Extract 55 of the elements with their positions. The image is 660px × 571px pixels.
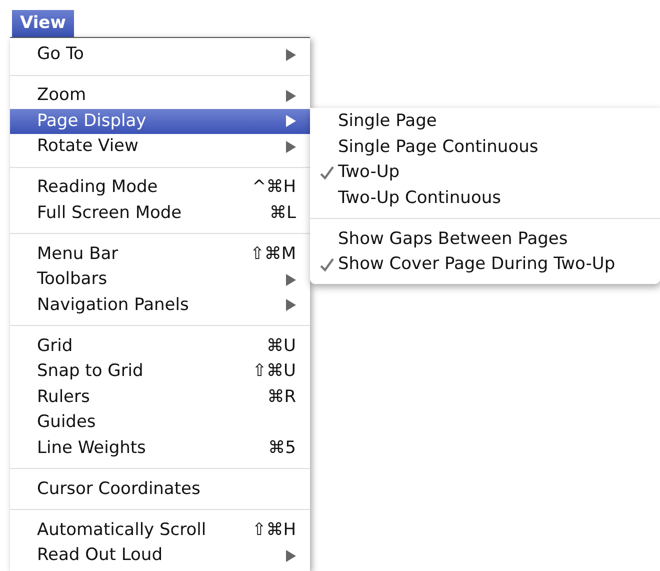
menu-item[interactable]: Single Page (310, 109, 660, 134)
menu-item-label: Rotate View (37, 135, 140, 158)
menu-item-label: Single Page (338, 110, 437, 133)
menu-item-label: Snap to Grid (37, 360, 144, 383)
shortcut-label: ⇧⌘M (250, 242, 296, 266)
shortcut-label: ⌘R (267, 386, 296, 408)
menu-item-label: Navigation Panels (37, 294, 190, 316)
shortcut-label: ⌘L (270, 202, 296, 224)
menu-item[interactable]: Guides (10, 410, 310, 436)
menu-item-label: Single Page Continuous (338, 136, 538, 158)
menu-item-label: Guides (37, 411, 97, 434)
menu-item[interactable]: Two-Up Continuous (310, 186, 660, 211)
menu-item[interactable]: Cursor Coordinates (10, 476, 310, 502)
menu-item[interactable]: Menu Bar ⇧⌘M (10, 242, 310, 267)
menu-item-label: Line Weights (37, 436, 147, 460)
menu-item-label: Cursor Coordinates (37, 478, 202, 500)
menu-item-label: Reading Mode (37, 176, 159, 199)
menu-item[interactable]: Show Cover Page During Two-Up (310, 252, 660, 278)
menu-item[interactable]: Reading Mode ^⌘H (10, 175, 310, 200)
menu-item[interactable]: Toolbars (10, 267, 310, 292)
shortcut-label: ⌘U (266, 334, 296, 358)
menu-item-label: Rulers (37, 386, 91, 408)
menu-item-label: Two-Up Continuous (338, 186, 501, 210)
shortcut-label: ^⌘H (252, 176, 296, 199)
menu-item[interactable]: Line Weights ⌘5 (10, 436, 310, 461)
menu-item-label: Go To (37, 43, 85, 66)
menu-item[interactable]: Zoom (10, 83, 310, 108)
menu-item-label: Grid (37, 334, 74, 358)
menu-item[interactable]: Show Gaps Between Pages (310, 226, 660, 252)
menu-item-label: Read Out Loud (37, 544, 164, 567)
menu-title[interactable]: View (12, 10, 74, 37)
menu-item[interactable]: Rulers ⌘R (10, 384, 310, 410)
menu-item[interactable]: Rotate View (10, 134, 310, 160)
menu-item[interactable]: Page Display (10, 108, 310, 134)
shortcut-label: ⇧⌘H (252, 518, 296, 542)
shortcut-label: ⇧⌘U (252, 360, 296, 383)
menu-item-label: Show Cover Page During Two-Up (338, 253, 616, 276)
menu-item[interactable]: Two-Up (310, 160, 660, 186)
menu-item-label: Toolbars (37, 268, 108, 291)
menu-item[interactable]: Full Screen Mode ⌘L (10, 200, 310, 226)
menu-item[interactable]: Grid ⌘U (10, 334, 310, 359)
menu-item[interactable]: Snap to Grid ⇧⌘U (10, 359, 310, 384)
shortcut-label: ⌘5 (268, 436, 296, 460)
menu-item-label: Two-Up (338, 161, 400, 184)
menu-item-label: Menu Bar (37, 242, 120, 266)
menu-item[interactable]: Read Out Loud (10, 543, 310, 568)
menu-item-label: Page Display (37, 110, 148, 132)
menu-item-label: Zoom (37, 84, 88, 107)
menu-item[interactable]: Navigation Panels (10, 292, 310, 318)
menu-item-label: Full Screen Mode (37, 202, 183, 224)
menu-item[interactable]: Single Page Continuous (310, 134, 660, 160)
menu-item[interactable]: Go To (10, 42, 310, 68)
menu-item[interactable]: Automatically Scroll ⇧⌘H (10, 518, 310, 543)
menu-item-label: Automatically Scroll (37, 518, 208, 542)
menu-item-label: Show Gaps Between Pages (338, 228, 568, 250)
